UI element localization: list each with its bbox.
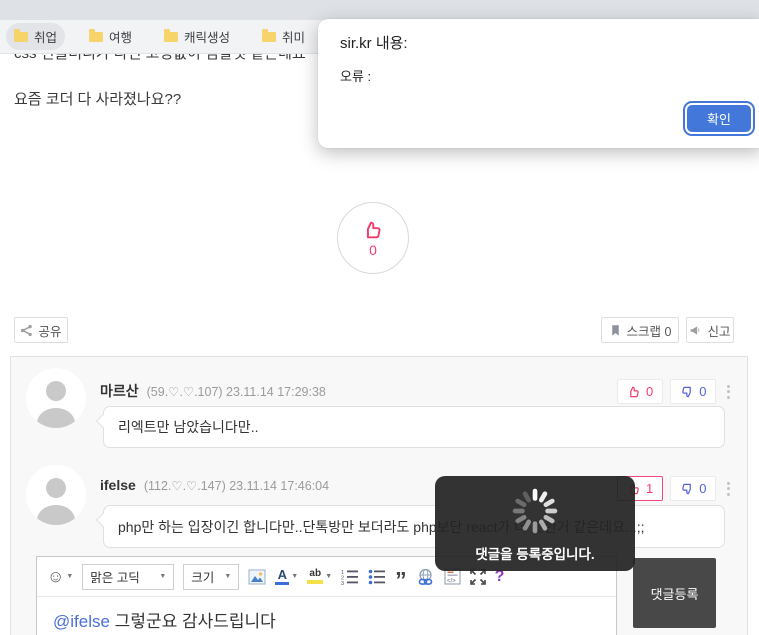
bullet-list-button[interactable] — [368, 569, 386, 585]
svg-text:</>: </> — [447, 579, 456, 585]
upvote-count: 0 — [646, 384, 653, 399]
loading-spinner-icon — [509, 485, 561, 537]
text-color-button[interactable]: A▼ — [275, 568, 298, 585]
editor-content[interactable]: @ifelse 그렇군요 감사드립니다 — [37, 597, 616, 632]
font-select-value: 맑은 고딕 — [90, 567, 139, 586]
comment-bubble: 리엑트만 남았습니다만.. — [103, 406, 725, 448]
post-like-button[interactable]: 0 — [337, 202, 409, 274]
comment-votes: 0 0 — [617, 379, 734, 404]
mention-link[interactable]: @ifelse — [53, 612, 110, 631]
comment-meta: (59.♡.♡.107) 23.11.14 17:29:38 — [147, 384, 326, 399]
post-body-line: 요즘 코더 다 사라졌나요?? — [14, 88, 181, 109]
image-icon — [248, 569, 266, 585]
comment-downvote-button[interactable]: 0 — [670, 476, 716, 501]
bookmark-label: 캐릭생성 — [184, 27, 230, 46]
bookmark-label: 취업 — [34, 27, 57, 46]
person-icon — [26, 465, 86, 525]
emoji-button[interactable]: ☺▼ — [47, 568, 73, 585]
chevron-down-icon: ▼ — [159, 573, 166, 580]
ordered-list-icon: 123 — [341, 569, 359, 585]
folder-icon — [89, 32, 103, 42]
share-label: 공유 — [38, 321, 61, 340]
size-select[interactable]: 크기 ▼ — [183, 564, 239, 590]
report-button[interactable]: 신고 — [686, 317, 734, 343]
avatar[interactable] — [26, 368, 86, 428]
alert-confirm-button[interactable]: 확인 — [687, 105, 751, 132]
folder-icon — [164, 32, 178, 42]
thumbs-down-icon — [680, 385, 694, 399]
upvote-count: 1 — [646, 481, 653, 496]
browser-tabstrip — [0, 0, 759, 20]
size-select-value: 크기 — [191, 567, 214, 586]
unordered-list-icon — [368, 569, 386, 585]
link-globe-icon — [416, 568, 435, 586]
alert-dialog-message: 오류 : — [340, 66, 371, 85]
bookmark-folder-hobby[interactable]: 취미 — [254, 23, 313, 50]
text-color-icon: A — [275, 568, 289, 585]
svg-text:3: 3 — [341, 581, 344, 585]
folder-icon — [14, 32, 28, 42]
share-button[interactable]: 공유 — [14, 317, 68, 343]
avatar[interactable] — [26, 465, 86, 525]
comment-text: 리엑트만 남았습니다만.. — [118, 417, 258, 437]
bookmark-folder-travel[interactable]: 여행 — [81, 23, 140, 50]
ordered-list-button[interactable]: 123 — [341, 569, 359, 585]
comment-meta: (112.♡.♡.147) 23.11.14 17:46:04 — [144, 478, 329, 493]
thumbs-up-icon — [627, 385, 641, 399]
highlight-button[interactable]: ab▼ — [307, 569, 332, 584]
quote-button[interactable]: ” — [395, 567, 407, 585]
share-icon — [20, 324, 33, 337]
bubble-tail — [96, 513, 110, 527]
comment-downvote-button[interactable]: 0 — [670, 379, 716, 404]
screen: css 건들더니가 다인 고정값이 심할것 같은데요 요즘 코더 다 사라졌나요… — [0, 0, 759, 635]
thumbs-down-icon — [680, 482, 694, 496]
chevron-down-icon: ▼ — [291, 573, 298, 580]
chevron-down-icon: ▼ — [66, 573, 73, 580]
chevron-down-icon: ▼ — [325, 573, 332, 580]
comment-header: ifelse (112.♡.♡.147) 23.11.14 17:46:04 — [100, 477, 329, 493]
bookmark-folder-character[interactable]: 캐릭생성 — [156, 23, 238, 50]
bookmark-label: 여행 — [109, 27, 132, 46]
emoji-icon: ☺ — [47, 568, 64, 585]
alert-dialog-title: sir.kr 내용: — [340, 32, 408, 53]
submit-comment-button[interactable]: 댓글등록 — [633, 558, 716, 628]
downvote-count: 0 — [699, 481, 706, 496]
comment-author[interactable]: ifelse — [100, 477, 136, 493]
report-label: 신고 — [707, 321, 730, 340]
loading-toast: 댓글을 등록중입니다. — [435, 476, 635, 571]
scrap-button[interactable]: 스크랩 0 — [601, 317, 679, 343]
comment-menu-icon[interactable] — [723, 479, 734, 499]
bookmark-folder-jobs[interactable]: 취업 — [6, 23, 65, 50]
person-icon — [26, 368, 86, 428]
bookmark-label: 취미 — [282, 27, 305, 46]
font-select[interactable]: 맑은 고딕 ▼ — [82, 564, 174, 590]
alert-dialog: sir.kr 내용: 오류 : 확인 — [318, 19, 759, 148]
chevron-down-icon: ▼ — [224, 573, 231, 580]
scrap-label: 스크랩 0 — [627, 321, 672, 340]
comment-upvote-button[interactable]: 0 — [617, 379, 663, 404]
thumbs-up-icon — [362, 219, 384, 241]
megaphone-icon — [689, 324, 702, 337]
folder-icon — [262, 32, 276, 42]
draft-text: 그렇군요 감사드립니다 — [110, 612, 276, 631]
quote-icon: ” — [395, 576, 407, 585]
highlight-icon: ab — [307, 569, 323, 584]
downvote-count: 0 — [699, 384, 706, 399]
bubble-tail — [96, 414, 110, 428]
link-button[interactable] — [416, 568, 435, 586]
comment-header: 마르산 (59.♡.♡.107) 23.11.14 17:29:38 — [100, 381, 326, 401]
toast-message: 댓글을 등록중입니다. — [475, 543, 594, 563]
post-like-count: 0 — [369, 242, 377, 258]
comment-menu-icon[interactable] — [723, 382, 734, 402]
insert-image-button[interactable] — [248, 569, 266, 585]
bookmark-icon — [609, 324, 622, 337]
comment-author[interactable]: 마르산 — [100, 381, 139, 401]
